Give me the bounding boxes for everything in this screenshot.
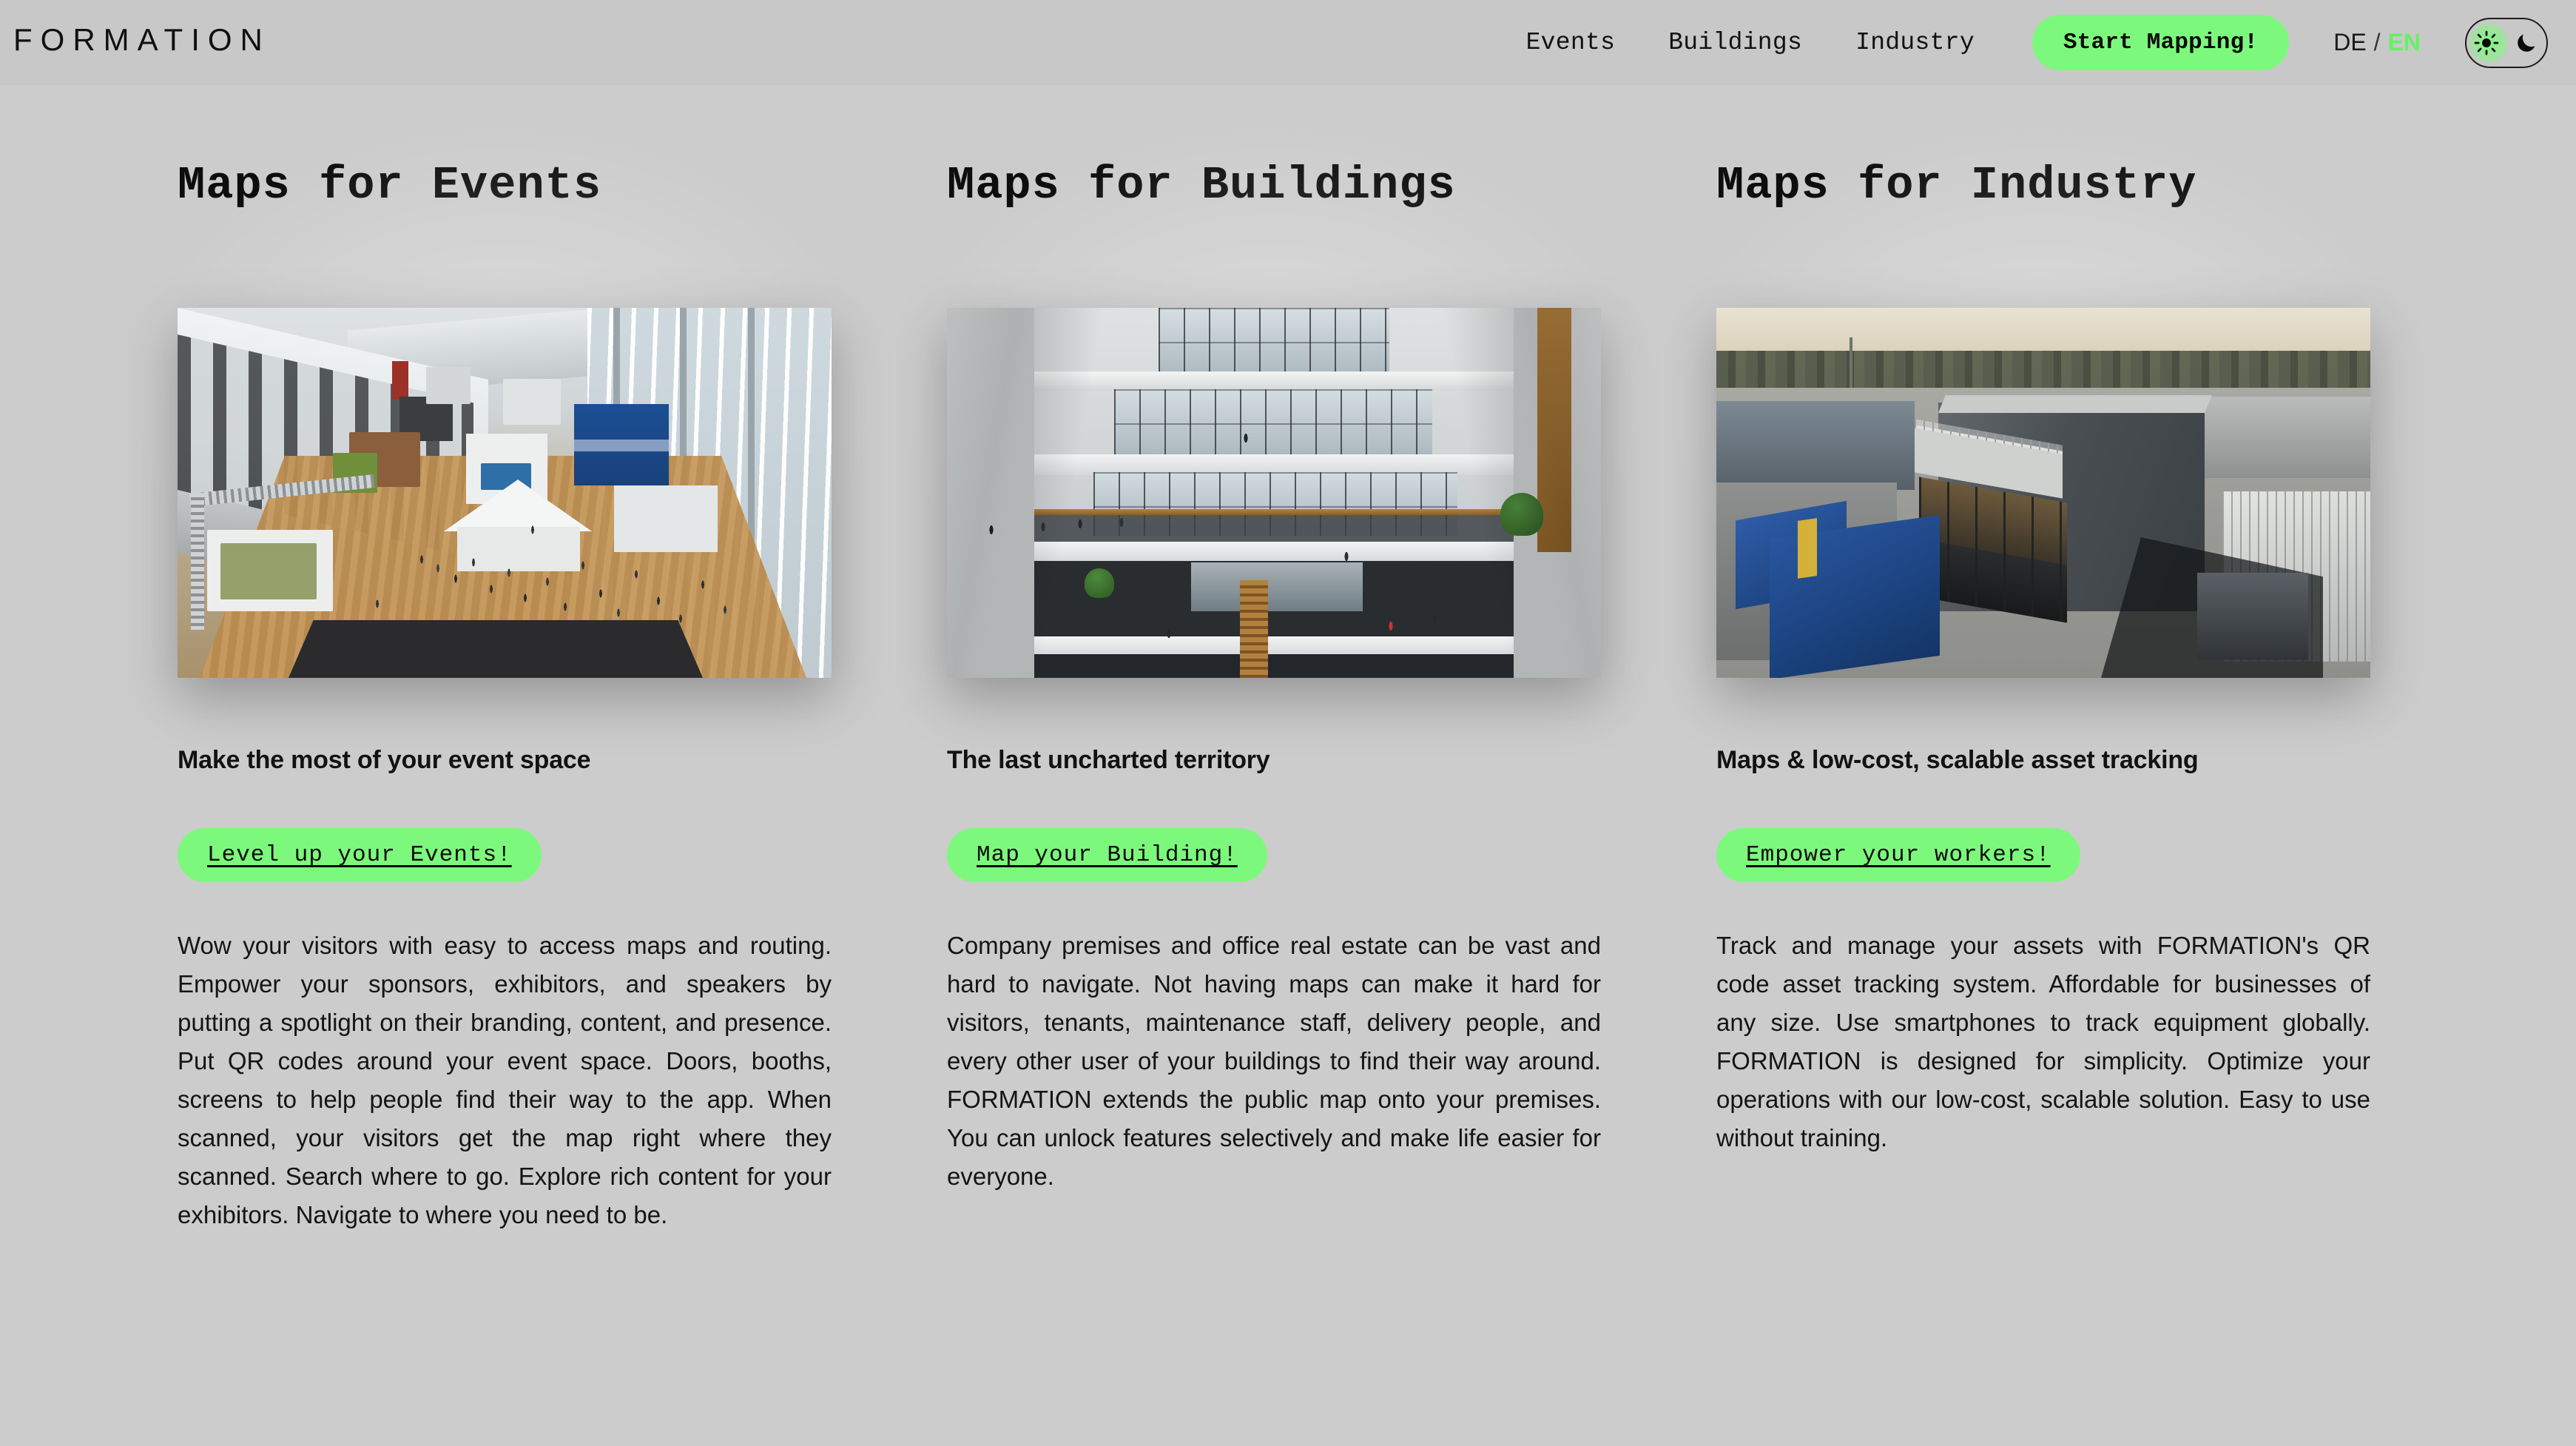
brand-logo[interactable]: FORMATION	[13, 22, 271, 58]
feature-column-buildings: Maps for Buildings The last uncharted te…	[903, 85, 1716, 1234]
feature-column-events: Maps for Events Make the most of your ev…	[133, 85, 947, 1234]
empower-your-workers-button[interactable]: Empower your workers!	[1716, 828, 2080, 882]
feature-column-industry: Maps for Industry Maps & low-cost, scala…	[1672, 85, 2412, 1234]
main-navigation: Events Buildings Industry Start Mapping!…	[1500, 0, 2561, 85]
language-switcher: DE / EN	[2333, 29, 2421, 56]
exhibition-hall-photo	[178, 308, 832, 678]
start-mapping-button[interactable]: Start Mapping!	[2032, 15, 2290, 70]
column-subtitle-industry: Maps & low-cost, scalable asset tracking	[1716, 746, 2199, 774]
sun-icon[interactable]	[2474, 30, 2499, 56]
language-option-de[interactable]: DE	[2333, 29, 2366, 56]
column-title-industry: Maps for Industry	[1716, 159, 2197, 212]
column-title-events: Maps for Events	[178, 159, 602, 212]
moon-icon[interactable]	[2514, 30, 2539, 56]
industrial-facility-photo	[1716, 308, 2370, 678]
column-title-buildings: Maps for Buildings	[947, 159, 1456, 212]
column-body-industry: Track and manage your assets with FORMAT…	[1716, 932, 2370, 1151]
column-subtitle-events: Make the most of your event space	[178, 746, 591, 774]
map-your-building-button[interactable]: Map your Building!	[947, 828, 1267, 882]
office-atrium-photo	[947, 308, 1601, 678]
feature-image-events	[178, 308, 832, 678]
feature-image-buildings	[947, 308, 1601, 678]
column-body-buildings: Company premises and office real estate …	[947, 932, 1601, 1190]
site-header: FORMATION Events Buildings Industry Star…	[0, 0, 2576, 85]
language-separator: /	[2373, 29, 2381, 56]
nav-link-industry[interactable]: Industry	[1829, 29, 2001, 56]
language-option-en[interactable]: EN	[2388, 29, 2421, 56]
nav-link-buildings[interactable]: Buildings	[1642, 29, 1829, 56]
level-up-events-button[interactable]: Level up your Events!	[178, 828, 542, 882]
feature-image-industry	[1716, 308, 2370, 678]
column-subtitle-buildings: The last uncharted territory	[947, 746, 1270, 774]
column-body-events: Wow your visitors with easy to access ma…	[178, 932, 832, 1228]
nav-link-events[interactable]: Events	[1500, 29, 1642, 56]
theme-toggle[interactable]	[2465, 17, 2548, 68]
feature-columns: Maps for Events Make the most of your ev…	[0, 85, 2576, 1234]
main-content: Maps for Events Make the most of your ev…	[0, 85, 2576, 1446]
